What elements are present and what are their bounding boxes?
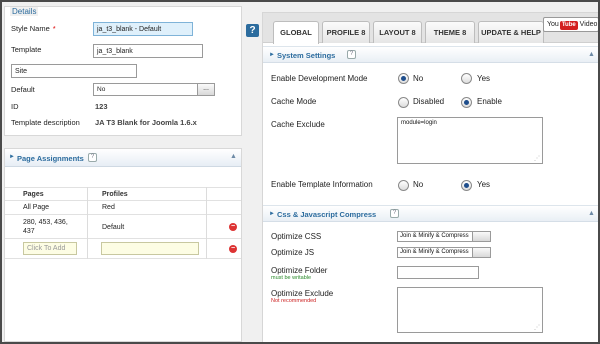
- dev-mode-no-radio[interactable]: [398, 73, 409, 84]
- details-legend: Details: [10, 7, 39, 16]
- id-value: 123: [95, 102, 108, 111]
- id-label: ID: [11, 102, 19, 111]
- help-icon[interactable]: ?: [246, 24, 259, 37]
- dev-mode-no-label: No: [413, 74, 424, 83]
- template-input[interactable]: ja_t3_blank: [93, 44, 203, 58]
- optimize-exclude-note: Not recommended: [271, 298, 317, 304]
- dropdown-button[interactable]: [472, 248, 490, 257]
- template-description-value: JA T3 Blank for Joomla 1.6.x: [95, 118, 197, 127]
- system-settings-header[interactable]: ► System Settings ? ▲: [263, 46, 598, 63]
- default-select[interactable]: No ...: [93, 83, 215, 96]
- page-assignments-header[interactable]: ► Page Assignments ? ▲: [5, 149, 241, 167]
- cache-enable-radio[interactable]: [461, 97, 472, 108]
- cache-enable-label: Enable: [477, 97, 502, 106]
- optimize-js-label: Optimize JS: [271, 248, 315, 257]
- template-info-yes-radio[interactable]: [461, 180, 472, 191]
- triangle-right-icon: ►: [269, 52, 275, 58]
- template-info-yes-label: Yes: [477, 180, 491, 189]
- collapse-icon[interactable]: ▲: [588, 51, 595, 58]
- screenshot-frame: Details Style Name * ja_t3_blank - Defaul…: [0, 0, 600, 344]
- column-divider: [87, 187, 88, 259]
- cache-mode-label: Cache Mode: [271, 97, 317, 106]
- resize-grip-icon[interactable]: ⋰: [534, 324, 540, 331]
- video-label: Video: [579, 21, 598, 28]
- row-pages: All Page: [23, 204, 50, 211]
- css-js-compress-title: Css & Javascript Compress: [277, 210, 377, 219]
- site-input[interactable]: Site: [11, 64, 137, 78]
- default-label: Default: [11, 85, 35, 94]
- help-icon[interactable]: ?: [347, 50, 356, 59]
- required-mark: *: [52, 24, 56, 33]
- triangle-right-icon: ►: [269, 211, 275, 217]
- cache-exclude-label: Cache Exclude: [271, 120, 325, 129]
- tab-bar: GLOBAL PROFILE 8 LAYOUT 8 THEME 8 UPDATE…: [263, 13, 598, 44]
- cache-exclude-textarea[interactable]: module=login ⋰: [397, 117, 543, 164]
- help-icon[interactable]: ?: [88, 153, 97, 162]
- dev-mode-yes-radio[interactable]: [461, 73, 472, 84]
- system-settings-title: System Settings: [277, 51, 336, 60]
- style-name-input[interactable]: ja_t3_blank - Default: [93, 22, 193, 36]
- default-select-button[interactable]: ...: [197, 84, 214, 95]
- dev-mode-yes-label: Yes: [477, 74, 491, 83]
- add-profile-field[interactable]: [101, 242, 199, 255]
- optimize-exclude-label: Optimize Exclude: [271, 289, 334, 298]
- tab-global[interactable]: GLOBAL: [273, 21, 319, 44]
- tab-theme[interactable]: THEME 8: [425, 21, 475, 43]
- optimize-folder-input[interactable]: [397, 266, 479, 279]
- row-profile: Red: [102, 204, 115, 211]
- row-pages: 280, 453, 436,: [23, 219, 68, 226]
- row-pages-cont: 437: [23, 228, 35, 235]
- collapse-icon[interactable]: ▲: [230, 153, 237, 160]
- cache-exclude-value: module=login: [401, 120, 437, 126]
- column-divider: [206, 187, 207, 259]
- optimize-folder-label: Optimize Folder: [271, 266, 328, 275]
- collapse-icon[interactable]: ▲: [588, 210, 595, 217]
- template-description-label: Template description: [11, 118, 80, 127]
- dropdown-button[interactable]: [472, 232, 490, 241]
- resize-grip-icon[interactable]: ⋰: [534, 155, 540, 162]
- optimize-css-value: Join & Minify & Compress: [400, 233, 469, 239]
- pages-column-header: Pages: [23, 191, 44, 198]
- tab-layout[interactable]: LAYOUT 8: [373, 21, 422, 43]
- tab-profile[interactable]: PROFILE 8: [322, 21, 370, 43]
- template-info-no-radio[interactable]: [398, 180, 409, 191]
- page-assignments-title: Page Assignments: [17, 154, 84, 163]
- template-info-label: Enable Template Information: [271, 180, 373, 189]
- optimize-folder-note: must be writable: [271, 275, 312, 281]
- cache-disabled-radio[interactable]: [398, 97, 409, 108]
- style-name-label: Style Name *: [11, 24, 56, 33]
- page-assignments-panel: ► Page Assignments ? ▲ Pages Profiles Al…: [4, 148, 242, 342]
- settings-panel: GLOBAL PROFILE 8 LAYOUT 8 THEME 8 UPDATE…: [262, 12, 598, 342]
- default-select-value: No: [97, 86, 106, 93]
- add-pages-field[interactable]: Click To Add: [23, 242, 77, 255]
- template-label: Template: [11, 45, 42, 54]
- optimize-css-label: Optimize CSS: [271, 232, 322, 241]
- delete-icon[interactable]: −: [229, 245, 237, 253]
- optimize-js-value: Join & Minify & Compress: [400, 249, 469, 255]
- details-panel: Details Style Name * ja_t3_blank - Defaul…: [4, 6, 242, 136]
- youtube-icon: You Tube: [547, 21, 578, 30]
- optimize-js-select[interactable]: Join & Minify & Compress: [397, 247, 491, 258]
- template-info-no-label: No: [413, 180, 424, 189]
- triangle-right-icon: ►: [9, 154, 15, 160]
- optimize-css-select[interactable]: Join & Minify & Compress: [397, 231, 491, 242]
- css-js-compress-header[interactable]: ► Css & Javascript Compress ? ▲: [263, 205, 598, 222]
- cache-disabled-label: Disabled: [413, 97, 445, 106]
- delete-icon[interactable]: −: [229, 223, 237, 231]
- dev-mode-label: Enable Development Mode: [271, 74, 368, 83]
- optimize-exclude-textarea[interactable]: ⋰: [397, 287, 543, 333]
- help-icon[interactable]: ?: [390, 209, 399, 218]
- youtube-video-button[interactable]: You Tube Video: [543, 17, 598, 32]
- profiles-column-header: Profiles: [102, 191, 128, 198]
- tab-update-help[interactable]: UPDATE & HELP: [478, 21, 544, 43]
- row-profile: Default: [102, 224, 125, 231]
